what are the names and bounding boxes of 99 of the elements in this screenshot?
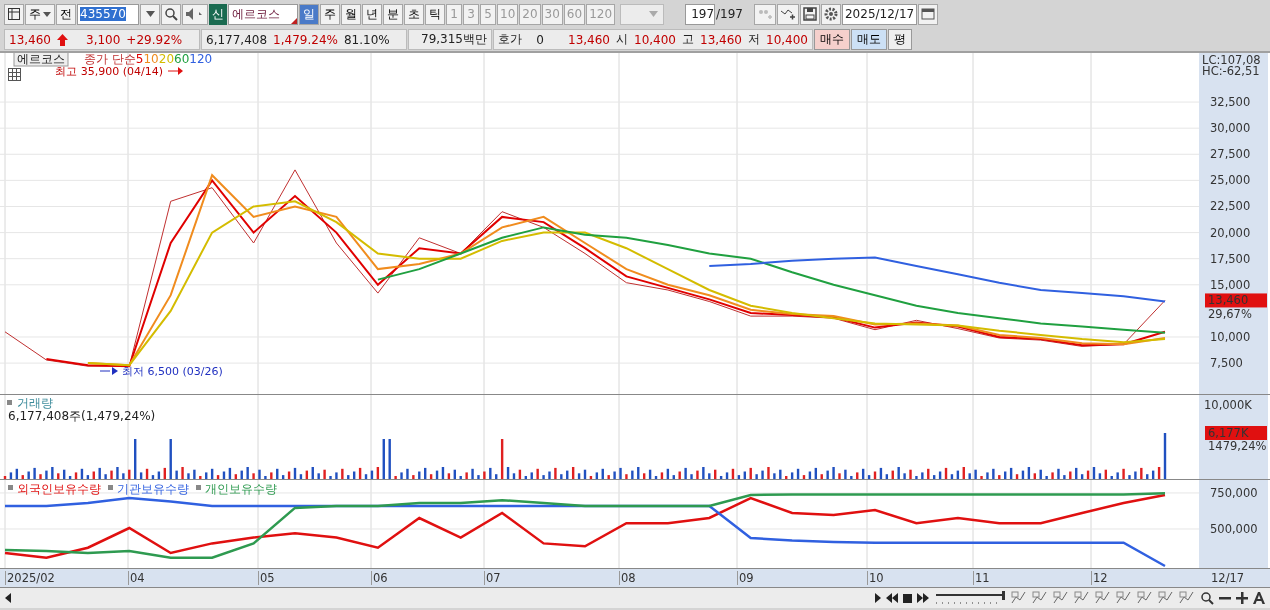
axis-label: 25,000 — [1210, 173, 1251, 188]
plus-icon[interactable] — [1235, 591, 1249, 605]
axis-label: 30,000 — [1210, 121, 1251, 136]
axis-label: 15,000 — [1210, 277, 1251, 292]
axis-label: 2025/02 — [5, 571, 55, 585]
prev-button[interactable]: 전 — [56, 3, 76, 25]
period-tab[interactable]: 년 — [362, 3, 382, 25]
legend-marker-icon — [8, 485, 13, 490]
volume-value: 6,177,408 — [206, 32, 268, 47]
axis-label: 10,000 — [1210, 330, 1251, 344]
count-field[interactable]: 197 — [685, 3, 716, 25]
axis-label: 11 — [973, 571, 990, 585]
axis-label: 7,500 — [1210, 356, 1243, 371]
axis-label: 06 — [371, 571, 388, 585]
legend-marker-icon — [196, 485, 201, 490]
zoom-slider[interactable] — [933, 590, 1007, 606]
hoga-value: 0 — [535, 32, 544, 47]
lc-value: LC:107,08 — [1202, 53, 1261, 67]
date-field[interactable]: 2025/12/17 — [842, 3, 918, 25]
high-price: 13,460 — [700, 32, 742, 47]
period-tab[interactable]: 초 — [404, 3, 424, 25]
stop-icon[interactable] — [902, 592, 913, 604]
settings-icon[interactable] — [821, 3, 841, 25]
code-field[interactable]: 435570 — [77, 3, 139, 25]
axis-label: 04 — [128, 571, 145, 585]
caret-icon — [649, 11, 659, 17]
scroll-left-icon[interactable] — [4, 592, 12, 604]
legend-label: 외국인보유수량 — [17, 482, 101, 496]
axis-label: 20,000 — [1210, 225, 1251, 240]
volume-summary: 6,177,408주(1,479,24%) — [8, 409, 156, 423]
turnover-rate: 81.10% — [343, 32, 390, 47]
legend-label: 기관보유수량 — [117, 482, 189, 496]
search-icon[interactable] — [1199, 590, 1215, 606]
price-change: 3,100 — [86, 32, 121, 47]
hc-value: HC:-62,51 — [1202, 64, 1260, 78]
stock-name-field[interactable]: 에르코스 — [228, 3, 298, 25]
volume-rate: 1,479.24% — [273, 32, 338, 47]
period-tab[interactable]: 틱 — [425, 3, 445, 25]
axis-label: 32,500 — [1210, 95, 1251, 110]
volume-tag: 6,177K — [1205, 426, 1267, 440]
legend-label: 개인보유수량 — [205, 482, 277, 496]
open-price: 10,400 — [634, 32, 676, 47]
open-label: 시 — [616, 31, 628, 48]
fast-forward-icon[interactable] — [916, 592, 930, 604]
period-tab[interactable]: 분 — [383, 3, 403, 25]
low-label: 저 — [748, 31, 760, 48]
arrow-icon — [99, 367, 118, 375]
axis-label: 05 — [258, 571, 275, 585]
chart-legend: 종가 단순5102060120 — [84, 53, 213, 66]
price-tag: 13,460 — [1205, 293, 1267, 308]
current-price: 13,460 — [9, 32, 51, 47]
font-size-icon[interactable] — [1252, 591, 1266, 605]
market-dropdown[interactable]: 주 — [25, 3, 55, 25]
order-button[interactable]: 평 — [888, 29, 912, 50]
hoga-price: 13,460 — [568, 32, 610, 47]
search-icon[interactable] — [161, 3, 181, 25]
axis-label: 10 — [867, 571, 884, 585]
legend-marker-icon — [7, 400, 12, 405]
trade-amount: 79,315백만 — [421, 31, 487, 48]
hoga-label: 호가 — [498, 31, 522, 48]
layout-icon[interactable] — [4, 3, 24, 25]
save-icon[interactable] — [800, 3, 820, 25]
arrow-icon — [167, 67, 183, 75]
legend-marker-icon — [108, 485, 113, 490]
axis-label: 22,500 — [1210, 199, 1251, 214]
low-price: 10,400 — [766, 32, 808, 47]
axis-label: 09 — [737, 571, 754, 585]
axis-label: 750,000 — [1210, 485, 1258, 500]
caret-icon — [43, 11, 51, 17]
period-tab[interactable]: 주 — [320, 3, 340, 25]
last-volume-rate: 1479,24% — [1208, 439, 1267, 453]
change-rate: +29.92% — [126, 32, 183, 47]
axis-label: 17,500 — [1210, 251, 1251, 266]
new-badge: 신 — [209, 3, 227, 25]
dropdown-icon[interactable] — [140, 3, 160, 25]
low-note: 최저 6,500 (03/26) — [122, 365, 223, 378]
period-tab[interactable]: 일 — [299, 3, 319, 25]
order-button[interactable]: 매도 — [851, 29, 887, 50]
axis-label: 12 — [1091, 571, 1108, 585]
axis-label: 07 — [484, 571, 501, 585]
rewind-icon[interactable] — [885, 592, 899, 604]
stock-label[interactable]: 에르코스 — [17, 53, 65, 66]
order-button[interactable]: 매수 — [814, 29, 850, 50]
high-label: 고 — [682, 31, 694, 48]
grid-icon[interactable] — [8, 68, 21, 81]
total-count: /197 — [716, 7, 743, 21]
period-tab[interactable]: 월 — [341, 3, 361, 25]
axis-label: 08 — [619, 571, 636, 585]
last-rate: 29,67% — [1208, 307, 1252, 322]
volume-title: 거래량 — [17, 396, 53, 410]
speaker-icon[interactable] — [182, 3, 208, 25]
calendar-icon[interactable] — [918, 3, 939, 25]
up-arrow-icon — [57, 33, 68, 46]
high-note: 최고 35,900 (04/14) — [55, 65, 163, 78]
play-icon[interactable] — [874, 592, 882, 604]
axis-label: 10,000K — [1204, 398, 1252, 412]
axis-label: 500,000 — [1210, 521, 1258, 536]
last-date: 12/17 — [1210, 570, 1245, 587]
axis-label: 27,500 — [1210, 147, 1251, 162]
